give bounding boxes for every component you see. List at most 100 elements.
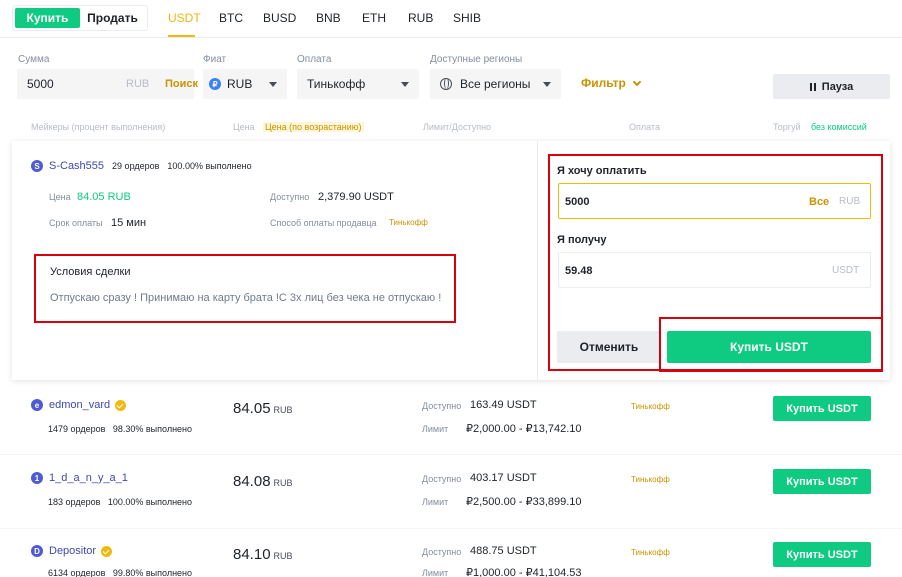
- row-divider: [0, 528, 902, 529]
- regions-value: Все регионы: [460, 77, 531, 91]
- expanded-advertiser: S S-Cash555 29 ордеров 100.00% выполнено: [31, 160, 252, 172]
- available-value: 163.49 USDT: [470, 399, 537, 411]
- limit-label: Лимит: [422, 424, 449, 434]
- buy-usdt-button[interactable]: Купить USDT: [773, 396, 871, 421]
- column-makers: Мейкеры (процент выполнения): [31, 122, 166, 132]
- tab-btc[interactable]: BTC: [219, 11, 243, 25]
- globe-icon: [440, 78, 452, 90]
- limit-value: ₽2,500.00 - ₽33,899.10: [466, 496, 582, 508]
- available-value: 403.17 USDT: [470, 472, 537, 484]
- orders-count: 29 ордеров: [112, 161, 160, 171]
- annotation-box-terms: [34, 254, 456, 323]
- chevron-down-icon: [401, 82, 409, 87]
- buy-usdt-button[interactable]: Купить USDT: [773, 469, 871, 494]
- buy-usdt-button[interactable]: Купить USDT: [773, 542, 871, 567]
- tab-bnb[interactable]: BNB: [316, 11, 341, 25]
- fiat-label: Фиат: [203, 54, 227, 65]
- card-divider: [537, 141, 538, 380]
- payment-label: Оплата: [297, 54, 332, 65]
- available-label: Доступно: [422, 401, 462, 411]
- price-value: 84.08: [233, 473, 271, 490]
- payment-time-label: Срок оплаты: [49, 218, 103, 228]
- amount-label: Сумма: [18, 54, 50, 65]
- payment-method-tag: Тинькофф: [631, 402, 670, 411]
- advertiser-name[interactable]: 1_d_a_n_y_a_1: [49, 472, 128, 484]
- chevron-down-icon: [543, 82, 551, 87]
- available-value: 2,379.90 USDT: [318, 191, 394, 203]
- fiat-select[interactable]: ₽ RUB: [203, 69, 287, 99]
- price-value: 84.05: [233, 400, 271, 417]
- list-item-advertiser: D Depositor: [31, 545, 113, 557]
- annotation-box-buy-button: [659, 317, 883, 372]
- available-label: Доступно: [422, 547, 462, 557]
- active-tab-indicator: [168, 35, 195, 37]
- available-value: 488.75 USDT: [470, 545, 537, 557]
- tab-usdt[interactable]: USDT: [168, 11, 201, 25]
- limit-label: Лимит: [422, 568, 449, 577]
- orders-stats: 1479 ордеров 98.30% выполнено: [48, 424, 193, 434]
- regions-label: Доступные регионы: [430, 54, 523, 65]
- price-unit: RUB: [273, 478, 293, 488]
- filter-button[interactable]: Фильтр: [581, 76, 642, 90]
- avatar: S: [31, 160, 43, 172]
- pause-icon: [809, 82, 816, 91]
- avatar: 1: [31, 472, 43, 484]
- fiat-value: RUB: [227, 77, 253, 91]
- list-item-advertiser: e edmon_vard: [31, 399, 127, 411]
- column-price-sort[interactable]: Цена (по возрастанию): [263, 122, 364, 132]
- completion-rate: 100.00% выполнено: [167, 161, 252, 171]
- verified-badge-icon: [101, 545, 113, 557]
- search-button[interactable]: Поиск: [165, 78, 198, 90]
- price-value: 84.10: [233, 546, 271, 563]
- price-unit: RUB: [273, 551, 293, 561]
- payment-time-value: 15 мин: [111, 217, 147, 229]
- payment-method-tag: Тинькофф: [631, 548, 670, 557]
- regions-select[interactable]: Все регионы: [430, 69, 561, 99]
- row-price: 84.08 RUB: [233, 473, 293, 490]
- ruble-icon: ₽: [209, 78, 221, 90]
- tab-eth[interactable]: ETH: [362, 11, 386, 25]
- row-divider: [0, 454, 902, 455]
- filter-label: Фильтр: [581, 76, 626, 90]
- list-item-advertiser: 1 1_d_a_n_y_a_1: [31, 472, 128, 484]
- payment-method-tag: Тинькофф: [631, 475, 670, 484]
- verified-badge-icon: [115, 399, 127, 411]
- orders-stats: 6134 ордеров 99.80% выполнено: [48, 568, 193, 577]
- price-value: 84.05 RUB: [77, 191, 131, 203]
- limit-value: ₽2,000.00 - ₽13,742.10: [466, 423, 582, 435]
- column-no-fee: без комиссий: [811, 122, 867, 132]
- payment-method-tag: Тинькофф: [389, 218, 428, 227]
- tab-rub[interactable]: RUB: [408, 11, 433, 25]
- row-price: 84.10 RUB: [233, 546, 293, 563]
- chevron-down-icon: [269, 82, 277, 87]
- avatar: e: [31, 399, 43, 411]
- amount-input[interactable]: 5000 RUB Поиск: [17, 69, 198, 99]
- available-label: Доступно: [270, 192, 310, 202]
- price-unit: RUB: [273, 405, 293, 415]
- pause-button[interactable]: Пауза: [773, 74, 890, 99]
- sell-toggle-button[interactable]: Продать: [80, 8, 145, 28]
- advertiser-name[interactable]: edmon_vard: [49, 399, 110, 411]
- advertiser-name[interactable]: S-Cash555: [49, 160, 104, 172]
- buy-toggle-button[interactable]: Купить: [15, 8, 80, 28]
- payment-value: Тинькофф: [307, 77, 366, 91]
- amount-value: 5000: [27, 77, 54, 91]
- price-label: Цена: [49, 192, 71, 202]
- buy-sell-toggle: Купить Продать: [12, 5, 148, 31]
- available-label: Доступно: [422, 474, 462, 484]
- tab-busd[interactable]: BUSD: [263, 11, 296, 25]
- column-limit: Лимит/Доступно: [423, 122, 492, 132]
- limit-value: ₽1,000.00 - ₽41,104.53: [466, 567, 582, 577]
- row-price: 84.05 RUB: [233, 400, 293, 417]
- tab-shib[interactable]: SHIB: [453, 11, 481, 25]
- column-trade: Торгуй: [773, 122, 801, 132]
- payment-select[interactable]: Тинькофф: [297, 69, 419, 99]
- avatar: D: [31, 545, 43, 557]
- chevron-down-icon: [632, 77, 642, 86]
- column-payment: Оплата: [629, 122, 660, 132]
- payment-method-label: Способ оплаты продавца: [270, 218, 377, 228]
- amount-currency: RUB: [126, 78, 150, 90]
- pause-label: Пауза: [821, 80, 854, 93]
- advertiser-name[interactable]: Depositor: [49, 545, 96, 557]
- orders-stats: 183 ордеров 100.00% выполнено: [48, 497, 193, 507]
